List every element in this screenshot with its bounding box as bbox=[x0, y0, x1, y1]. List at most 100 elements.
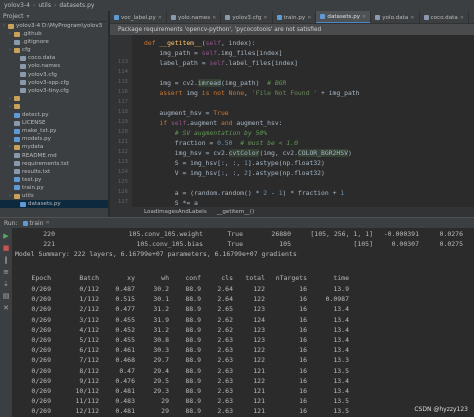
project-tree-item[interactable]: datasets.py bbox=[0, 200, 108, 209]
run-config-tab[interactable]: train ✕ bbox=[22, 220, 50, 227]
close-icon[interactable]: ✕ bbox=[212, 15, 216, 21]
project-tree-item-label: README.md bbox=[22, 152, 57, 159]
project-tree-item[interactable]: .gitignore bbox=[0, 38, 108, 46]
editor-tab-label: yolo.data bbox=[382, 14, 409, 21]
project-tree-item[interactable]: yolov3-tiny.cfg bbox=[0, 87, 108, 95]
table-cell: 7/112 bbox=[79, 356, 99, 365]
project-tree-item[interactable]: coco.data bbox=[0, 54, 108, 62]
editor-tab[interactable]: datasets.py ✕ bbox=[316, 11, 372, 23]
project-tree-item[interactable]: › bbox=[0, 103, 108, 111]
close-icon[interactable]: ✕ bbox=[263, 15, 267, 21]
trash-icon[interactable]: ✕ bbox=[2, 304, 10, 312]
editor-tab[interactable]: yolo.names ✕ bbox=[167, 11, 222, 23]
table-cell: 12/112 bbox=[75, 407, 99, 416]
table-cell: xy bbox=[127, 274, 135, 282]
project-tree-item[interactable]: requirements.txt bbox=[0, 160, 108, 168]
close-icon[interactable]: ✕ bbox=[460, 15, 464, 21]
table-cell: 13.4 bbox=[333, 346, 349, 355]
close-icon[interactable]: ✕ bbox=[362, 14, 366, 20]
project-tree-item[interactable]: › cfg bbox=[0, 46, 108, 54]
project-panel-title[interactable]: Project bbox=[3, 13, 24, 20]
table-cell: 0/269 bbox=[31, 376, 51, 385]
project-tree-item[interactable]: › yolov3-4 D:\MyProgram\yolov3 bbox=[0, 22, 108, 30]
line-number: 126 bbox=[117, 189, 128, 195]
python-file-icon bbox=[114, 15, 119, 20]
table-cell: 88.9 bbox=[185, 346, 201, 355]
project-tree-item-label: datasets.py bbox=[28, 201, 61, 208]
table-cell: 10/112 bbox=[75, 387, 99, 395]
project-tree-item-label: models.py bbox=[22, 136, 51, 143]
close-icon[interactable]: ✕ bbox=[307, 15, 311, 21]
table-cell: 2/112 bbox=[79, 305, 99, 314]
code-line: def __getitem__(self, index): bbox=[144, 39, 256, 47]
breadcrumb-method[interactable]: __getitem__() bbox=[217, 209, 254, 215]
editor-tab[interactable]: yolov3.cfg ✕ bbox=[221, 11, 273, 23]
pause-icon[interactable]: ‖ bbox=[2, 256, 10, 264]
chevron-down-icon[interactable]: ▾ bbox=[27, 13, 30, 20]
project-tree-item[interactable]: results.txt bbox=[0, 168, 108, 176]
table-cell: 2.63 bbox=[217, 376, 233, 385]
editor-tab[interactable]: voc_label.py ✕ bbox=[110, 11, 167, 23]
project-tree-item[interactable]: detect.py bbox=[0, 111, 108, 119]
breadcrumb-class[interactable]: LoadImagesAndLabels bbox=[144, 209, 207, 215]
param-mu: -0.000391 bbox=[383, 230, 419, 238]
close-icon[interactable]: ✕ bbox=[410, 15, 414, 21]
file-icon bbox=[14, 39, 20, 45]
stop-icon[interactable]: ■ bbox=[2, 244, 10, 252]
table-cell: 16 bbox=[299, 346, 307, 355]
table-cell: 2.64 bbox=[217, 285, 233, 293]
navigation-bar: yolov3-4 › utils › datasets.py bbox=[0, 0, 474, 11]
table-cell: 2.63 bbox=[217, 397, 233, 406]
param-index: 221 bbox=[43, 240, 55, 248]
project-tree-item[interactable]: yolov3.cfg bbox=[0, 71, 108, 79]
editor-tab-label: datasets.py bbox=[327, 13, 361, 20]
code-editor[interactable]: 113 114 115 116 117 118 119 120 121 122 123 124 125 1… bbox=[110, 35, 474, 207]
rerun-icon[interactable]: ▶ bbox=[2, 232, 10, 240]
table-cell: 13.4 bbox=[333, 336, 349, 344]
code-line: if self.augment and augment_hsv: bbox=[159, 119, 283, 127]
project-tree-item[interactable]: make_txt.py bbox=[0, 127, 108, 135]
folder-icon bbox=[14, 31, 20, 37]
project-tree-item[interactable]: › mydata bbox=[0, 143, 108, 151]
run-console-output[interactable]: 220 105.conv_105.weight True 26880 [105,… bbox=[13, 228, 474, 417]
project-tree-item[interactable]: train.py bbox=[0, 184, 108, 192]
code-line: img_path = self.img_files[index] bbox=[144, 49, 283, 57]
scroll-to-end-icon[interactable]: ⇣ bbox=[2, 280, 10, 288]
breadcrumb-file[interactable]: datasets.py bbox=[59, 2, 94, 9]
folder-icon bbox=[14, 193, 20, 199]
soft-wrap-icon[interactable]: ≡ bbox=[2, 268, 10, 276]
project-tree-item[interactable]: README.md bbox=[0, 152, 108, 160]
project-tree-item[interactable]: › bbox=[0, 95, 108, 103]
breadcrumb-project[interactable]: yolov3-4 bbox=[4, 2, 30, 9]
project-tree-item[interactable]: › .github bbox=[0, 30, 108, 38]
editor-tab[interactable]: coco.data ✕ bbox=[420, 11, 469, 23]
table-cell: 2.64 bbox=[217, 295, 233, 304]
project-tree-item-label: .gitignore bbox=[22, 39, 49, 46]
project-tree-item[interactable]: yolov3-spp.cfg bbox=[0, 79, 108, 87]
breadcrumb-folder[interactable]: utils bbox=[38, 2, 51, 9]
project-tree-item[interactable]: LICENSE bbox=[0, 119, 108, 127]
table-cell: 88.9 bbox=[185, 336, 201, 344]
close-icon[interactable]: ✕ bbox=[46, 220, 50, 226]
run-toolbar: ▶ ■ ‖ ≡ ⇣ ▤ ✕ bbox=[0, 228, 12, 417]
project-tree-item[interactable]: test.py bbox=[0, 176, 108, 184]
print-icon[interactable]: ▤ bbox=[2, 292, 10, 300]
table-cell: 0.455 bbox=[115, 315, 135, 324]
project-tree-item-label: detect.py bbox=[22, 112, 49, 119]
table-cell: 13.4 bbox=[333, 387, 349, 395]
close-icon[interactable]: ✕ bbox=[158, 15, 162, 21]
table-cell: 88.9 bbox=[185, 376, 201, 385]
project-tree-item[interactable]: › utils bbox=[0, 192, 108, 200]
table-cell: 16 bbox=[299, 387, 307, 395]
table-row: 0/269 9/112 0.476 29.5 88.9 2.63 122 16 13.4 bbox=[13, 377, 474, 387]
table-cell: 2.62 bbox=[217, 315, 233, 324]
editor-tab[interactable]: train.py ✕ bbox=[273, 11, 317, 23]
table-cell: 121 bbox=[253, 366, 265, 375]
code-line: S *= a bbox=[144, 199, 198, 207]
project-tree-item[interactable]: models.py bbox=[0, 135, 108, 143]
project-tree-item[interactable]: yolo.names bbox=[0, 62, 108, 70]
table-cell: 16 bbox=[299, 305, 307, 314]
editor-tab[interactable]: yolo.data ✕ bbox=[371, 11, 420, 23]
table-cell: 16 bbox=[299, 356, 307, 365]
python-icon bbox=[22, 220, 28, 226]
